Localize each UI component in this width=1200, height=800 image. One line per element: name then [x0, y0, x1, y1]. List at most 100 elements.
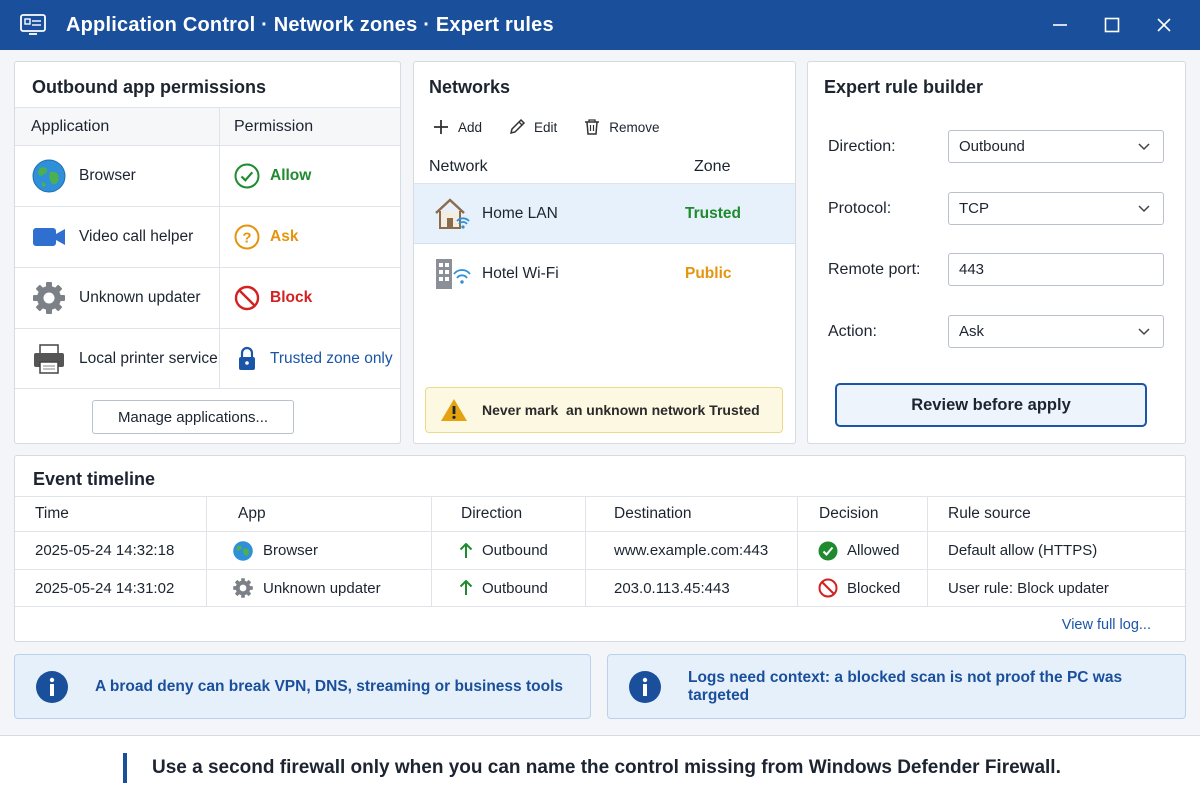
- gear-icon: [33, 282, 65, 314]
- close-button[interactable]: [1140, 0, 1188, 50]
- app-name: Unknown updater: [79, 289, 201, 306]
- network-zone: Public: [685, 265, 732, 282]
- remove-label: Remove: [609, 119, 660, 135]
- permission-value[interactable]: Trusted zone only: [270, 350, 393, 368]
- permission-row-local-printer-service[interactable]: Local printer service Trusted zone only: [15, 328, 400, 389]
- check-circle-icon: [234, 163, 260, 189]
- info-icon: [36, 670, 68, 703]
- direction-select[interactable]: Outbound: [948, 130, 1164, 163]
- permission-value[interactable]: Allow: [270, 167, 311, 185]
- svg-text:?: ?: [242, 230, 251, 247]
- event-destination: 203.0.113.45:443: [586, 570, 798, 606]
- permissions-title: Outbound app permissions: [32, 77, 267, 97]
- permission-row-video-call-helper[interactable]: Video call helper ? Ask: [15, 206, 400, 267]
- close-icon: [1157, 18, 1171, 32]
- minimize-icon: [1053, 24, 1067, 26]
- rule-builder-title: Expert rule builder: [824, 77, 984, 97]
- lock-icon: [239, 346, 255, 370]
- protocol-row: Protocol: TCP: [828, 192, 1164, 225]
- networks-panel: Networks Add Edit Remove Network Zone Ho…: [413, 61, 796, 444]
- maximize-icon: [1104, 17, 1120, 33]
- network-name: Hotel Wi-Fi: [482, 265, 559, 282]
- expert-rule-builder-panel: Expert rule builder Direction: Outbound …: [807, 61, 1186, 444]
- chevron-down-icon: [1138, 205, 1150, 213]
- permission-row-unknown-updater[interactable]: Unknown updater Block: [15, 267, 400, 328]
- building-wifi-icon: [436, 259, 471, 289]
- timeline-row[interactable]: 2025-05-24 14:32:18 Browser Outbound www…: [15, 531, 1185, 569]
- app-name: Browser: [79, 167, 136, 184]
- network-row-hotel-wifi[interactable]: Hotel Wi-Fi Public: [414, 244, 795, 304]
- column-header-time[interactable]: Time: [15, 497, 207, 531]
- column-header-permission[interactable]: Permission: [220, 108, 400, 145]
- networks-title: Networks: [429, 77, 511, 97]
- event-rule-source: User rule: Block updater: [948, 579, 1109, 597]
- event-destination: www.example.com:443: [586, 532, 798, 569]
- timeline-title: Event timeline: [33, 469, 156, 489]
- video-camera-icon: [33, 228, 65, 246]
- footer-message: Use a second firewall only when you can …: [152, 757, 1061, 778]
- trash-icon: [585, 119, 600, 135]
- event-decision: Blocked: [847, 579, 901, 597]
- plus-icon: [434, 120, 448, 134]
- column-header-network[interactable]: Network: [429, 158, 488, 176]
- column-header-zone[interactable]: Zone: [694, 158, 730, 176]
- column-header-destination[interactable]: Destination: [586, 497, 798, 531]
- direction-value: Outbound: [959, 138, 1025, 155]
- action-label: Action:: [828, 322, 877, 340]
- timeline-header-row: Time App Direction Destination Decision …: [15, 496, 1185, 531]
- info-text: A broad deny can break VPN, DNS, streami…: [95, 677, 563, 695]
- review-before-apply-button[interactable]: Review before apply: [835, 383, 1147, 427]
- event-time: 2025-05-24 14:32:18: [15, 532, 207, 569]
- block-icon: [818, 578, 838, 598]
- permissions-header-row: Application Permission: [15, 107, 400, 145]
- networks-toolbar: Add Edit Remove: [432, 118, 686, 136]
- event-direction: Outbound: [482, 542, 548, 559]
- remote-port-input[interactable]: 443: [948, 253, 1164, 286]
- globe-icon: [233, 540, 253, 561]
- check-circle-icon: [818, 541, 838, 560]
- event-time: 2025-05-24 14:31:02: [15, 570, 207, 606]
- event-decision: Allowed: [847, 542, 900, 559]
- printer-icon: [34, 343, 64, 374]
- window-title: Application Control · Network zones · Ex…: [66, 13, 554, 36]
- footer-note: Use a second firewall only when you can …: [0, 735, 1200, 800]
- column-header-rule-source[interactable]: Rule source: [928, 497, 1185, 531]
- remote-port-row: Remote port: 443: [828, 253, 1164, 286]
- direction-label: Direction:: [828, 137, 896, 155]
- permission-row-browser[interactable]: Browser Allow: [15, 145, 400, 206]
- add-network-button[interactable]: Add: [432, 118, 482, 136]
- column-header-direction[interactable]: Direction: [432, 497, 586, 531]
- remove-network-button[interactable]: Remove: [583, 118, 660, 136]
- network-zone: Trusted: [685, 204, 741, 222]
- chevron-down-icon: [1138, 328, 1150, 336]
- column-header-decision[interactable]: Decision: [798, 497, 928, 531]
- column-header-app[interactable]: App: [207, 497, 432, 531]
- timeline-row[interactable]: 2025-05-24 14:31:02 Unknown updater Outb…: [15, 569, 1185, 607]
- protocol-value: TCP: [959, 200, 989, 217]
- timeline-table: Time App Direction Destination Decision …: [15, 496, 1185, 607]
- pencil-icon: [510, 118, 526, 135]
- permissions-table: Application Permission Browser Allow Vid…: [15, 107, 400, 389]
- accent-bar: [123, 753, 127, 783]
- edit-network-button[interactable]: Edit: [508, 118, 557, 136]
- maximize-button[interactable]: [1088, 0, 1136, 50]
- permission-value[interactable]: Ask: [270, 228, 298, 246]
- manage-applications-button[interactable]: Manage applications...: [92, 400, 294, 434]
- action-row: Action: Ask: [828, 315, 1164, 348]
- protocol-select[interactable]: TCP: [948, 192, 1164, 225]
- column-header-application[interactable]: Application: [15, 108, 220, 145]
- info-icon: [629, 670, 661, 703]
- question-circle-icon: ?: [234, 224, 260, 250]
- view-full-log-link[interactable]: View full log...: [1062, 617, 1151, 633]
- permission-value[interactable]: Block: [270, 289, 312, 307]
- trusted-warning: Never mark an unknown network Trusted: [425, 387, 783, 433]
- app-name: Video call helper: [79, 228, 194, 245]
- minimize-button[interactable]: [1036, 0, 1084, 50]
- action-select[interactable]: Ask: [948, 315, 1164, 348]
- network-row-home-lan[interactable]: Home LAN Trusted: [414, 184, 795, 244]
- info-banner-logs-context: Logs need context: a blocked scan is not…: [607, 654, 1186, 719]
- networks-header-row: Network Zone: [414, 150, 795, 184]
- globe-icon: [32, 159, 66, 193]
- chevron-down-icon: [1138, 143, 1150, 151]
- remote-port-label: Remote port:: [828, 260, 921, 278]
